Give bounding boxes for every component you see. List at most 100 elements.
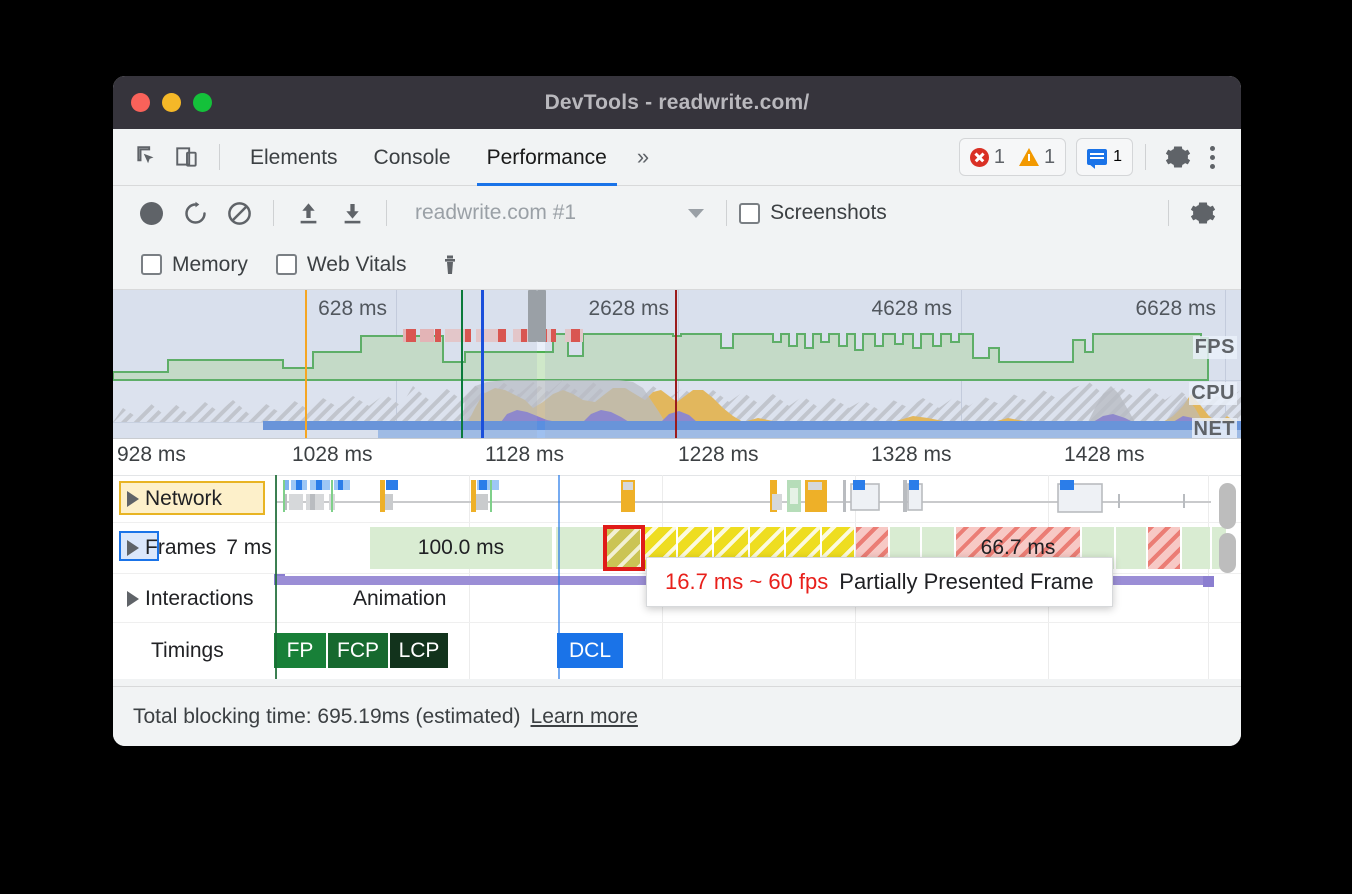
track-label-interactions[interactable]: Interactions xyxy=(127,587,254,611)
track-label-timings: Timings xyxy=(151,639,224,663)
memory-checkbox[interactable] xyxy=(141,254,162,275)
interactions-track-name: Interactions xyxy=(145,587,254,611)
network-requests[interactable] xyxy=(113,476,1241,522)
save-profile-icon[interactable] xyxy=(330,191,374,235)
detail-tick-label: 928 ms xyxy=(117,443,186,467)
track-network[interactable]: Network xyxy=(113,476,1241,523)
timeline-detail[interactable]: 928 ms 1028 ms 1128 ms 1228 ms 1328 ms 1… xyxy=(113,439,1241,679)
performance-toolbar-2: Memory Web Vitals xyxy=(113,240,1241,290)
kebab-menu-icon[interactable] xyxy=(1198,146,1227,169)
tab-console[interactable]: Console xyxy=(356,129,469,186)
close-window-button[interactable] xyxy=(131,93,150,112)
web-vitals-toggle[interactable]: Web Vitals xyxy=(276,253,407,277)
marker-green xyxy=(461,290,463,438)
detail-ruler[interactable]: 928 ms 1028 ms 1128 ms 1228 ms 1328 ms 1… xyxy=(113,439,1241,476)
network-track-name: Network xyxy=(145,487,222,511)
capture-settings-gear-icon[interactable] xyxy=(1181,191,1225,235)
screenshots-label: Screenshots xyxy=(770,201,887,225)
frame-duration-label: 100.0 ms xyxy=(370,527,552,569)
detail-tick-label: 1328 ms xyxy=(871,443,952,467)
toolbar-divider xyxy=(219,144,220,170)
track-label-frames[interactable]: Frames 7 ms xyxy=(127,536,272,560)
marker-blue xyxy=(481,290,484,438)
track-timings[interactable]: Timings FP FCP LCP DCL xyxy=(113,623,1241,679)
memory-label: Memory xyxy=(172,253,248,277)
frame-bar[interactable]: 100.0 ms xyxy=(370,527,552,569)
clear-icon[interactable] xyxy=(217,191,261,235)
frames-inline-duration: 7 ms xyxy=(226,536,272,560)
status-bar: Total blocking time: 695.19ms (estimated… xyxy=(113,686,1241,746)
overview-band-label-fps: FPS xyxy=(1193,336,1237,359)
learn-more-link[interactable]: Learn more xyxy=(531,705,638,729)
record-button[interactable] xyxy=(129,191,173,235)
marker-darkred xyxy=(675,290,677,438)
timing-marker-dcl[interactable]: DCL xyxy=(557,633,623,668)
frame-bar[interactable] xyxy=(1116,527,1146,569)
devtools-window: DevTools - readwrite.com/ Elements Conso… xyxy=(113,76,1241,746)
screenshot-stage: DevTools - readwrite.com/ Elements Conso… xyxy=(0,0,1352,894)
tabstrip-divider-2 xyxy=(1145,144,1146,170)
window-controls[interactable] xyxy=(131,76,212,129)
tab-elements[interactable]: Elements xyxy=(232,129,356,186)
expander-triangle-icon[interactable] xyxy=(127,540,139,556)
reload-and-record-button[interactable] xyxy=(173,191,217,235)
inspect-element-icon[interactable] xyxy=(127,137,167,177)
animation-overlay-label: Animation xyxy=(353,587,446,611)
expander-triangle-icon[interactable] xyxy=(127,491,139,507)
more-tabs-icon[interactable]: » xyxy=(625,144,661,170)
performance-toolbar: readwrite.com #1 Screenshots xyxy=(113,186,1241,240)
trash-icon[interactable] xyxy=(428,243,472,287)
window-titlebar: DevTools - readwrite.com/ xyxy=(113,76,1241,129)
marker-line-green xyxy=(275,475,277,679)
screenshots-toggle[interactable]: Screenshots xyxy=(739,201,887,225)
timing-marker-fcp[interactable]: FCP xyxy=(328,633,388,668)
overview-band-label-net: NET xyxy=(1192,418,1238,439)
marker-orange xyxy=(305,290,307,438)
frame-bar[interactable] xyxy=(556,527,604,569)
tab-performance[interactable]: Performance xyxy=(469,129,625,186)
detail-tick-label: 1028 ms xyxy=(292,443,373,467)
load-profile-icon[interactable] xyxy=(286,191,330,235)
timing-marker-lcp[interactable]: LCP xyxy=(390,633,448,668)
record-circle-icon xyxy=(140,202,163,225)
frame-bar[interactable] xyxy=(1148,527,1180,569)
tooltip-duration: 16.7 ms ~ 60 fps xyxy=(665,569,828,595)
timeline-overview[interactable]: 628 ms 2628 ms 4628 ms 6628 ms xyxy=(113,290,1241,439)
warning-icon xyxy=(1019,148,1039,166)
gear-icon[interactable] xyxy=(1158,137,1198,177)
warning-counter[interactable]: 1 xyxy=(1019,146,1055,169)
perf-divider-2 xyxy=(386,200,387,226)
detail-tick-label: 1228 ms xyxy=(678,443,759,467)
overview-window-left-handle[interactable] xyxy=(528,290,537,342)
frames-track-name: Frames xyxy=(145,536,216,560)
scrollbar-thumb-lower[interactable] xyxy=(1219,533,1236,573)
marker-line-blue xyxy=(558,475,560,679)
maximize-window-button[interactable] xyxy=(193,93,212,112)
animation-end-handle[interactable] xyxy=(1203,576,1214,587)
frame-bar[interactable] xyxy=(1182,527,1210,569)
overview-window-right-handle[interactable] xyxy=(537,290,546,342)
issues-counters[interactable]: 1 1 xyxy=(959,138,1066,176)
error-counter[interactable]: 1 xyxy=(970,146,1005,169)
messages-counter[interactable]: 1 xyxy=(1076,138,1133,176)
memory-toggle[interactable]: Memory xyxy=(141,253,248,277)
minimize-window-button[interactable] xyxy=(162,93,181,112)
perf-divider-1 xyxy=(273,200,274,226)
device-toolbar-icon[interactable] xyxy=(167,137,207,177)
tooltip-description: Partially Presented Frame xyxy=(839,569,1093,595)
screenshots-checkbox[interactable] xyxy=(739,203,760,224)
timing-marker-fp[interactable]: FP xyxy=(274,633,326,668)
message-icon xyxy=(1087,149,1107,165)
detail-tick-label: 1128 ms xyxy=(485,443,564,467)
expander-triangle-icon[interactable] xyxy=(127,591,139,607)
track-label-network[interactable]: Network xyxy=(127,487,222,511)
error-count: 1 xyxy=(994,146,1005,169)
recording-selector[interactable]: readwrite.com #1 xyxy=(415,201,576,225)
window-title: DevTools - readwrite.com/ xyxy=(545,91,810,115)
scrollbar-thumb-upper[interactable] xyxy=(1219,483,1236,529)
web-vitals-checkbox[interactable] xyxy=(276,254,297,275)
web-vitals-label: Web Vitals xyxy=(307,253,407,277)
selected-frame-outline[interactable] xyxy=(603,525,645,571)
chevron-down-icon[interactable] xyxy=(688,209,704,218)
total-blocking-time-text: Total blocking time: 695.19ms (estimated… xyxy=(133,705,521,729)
